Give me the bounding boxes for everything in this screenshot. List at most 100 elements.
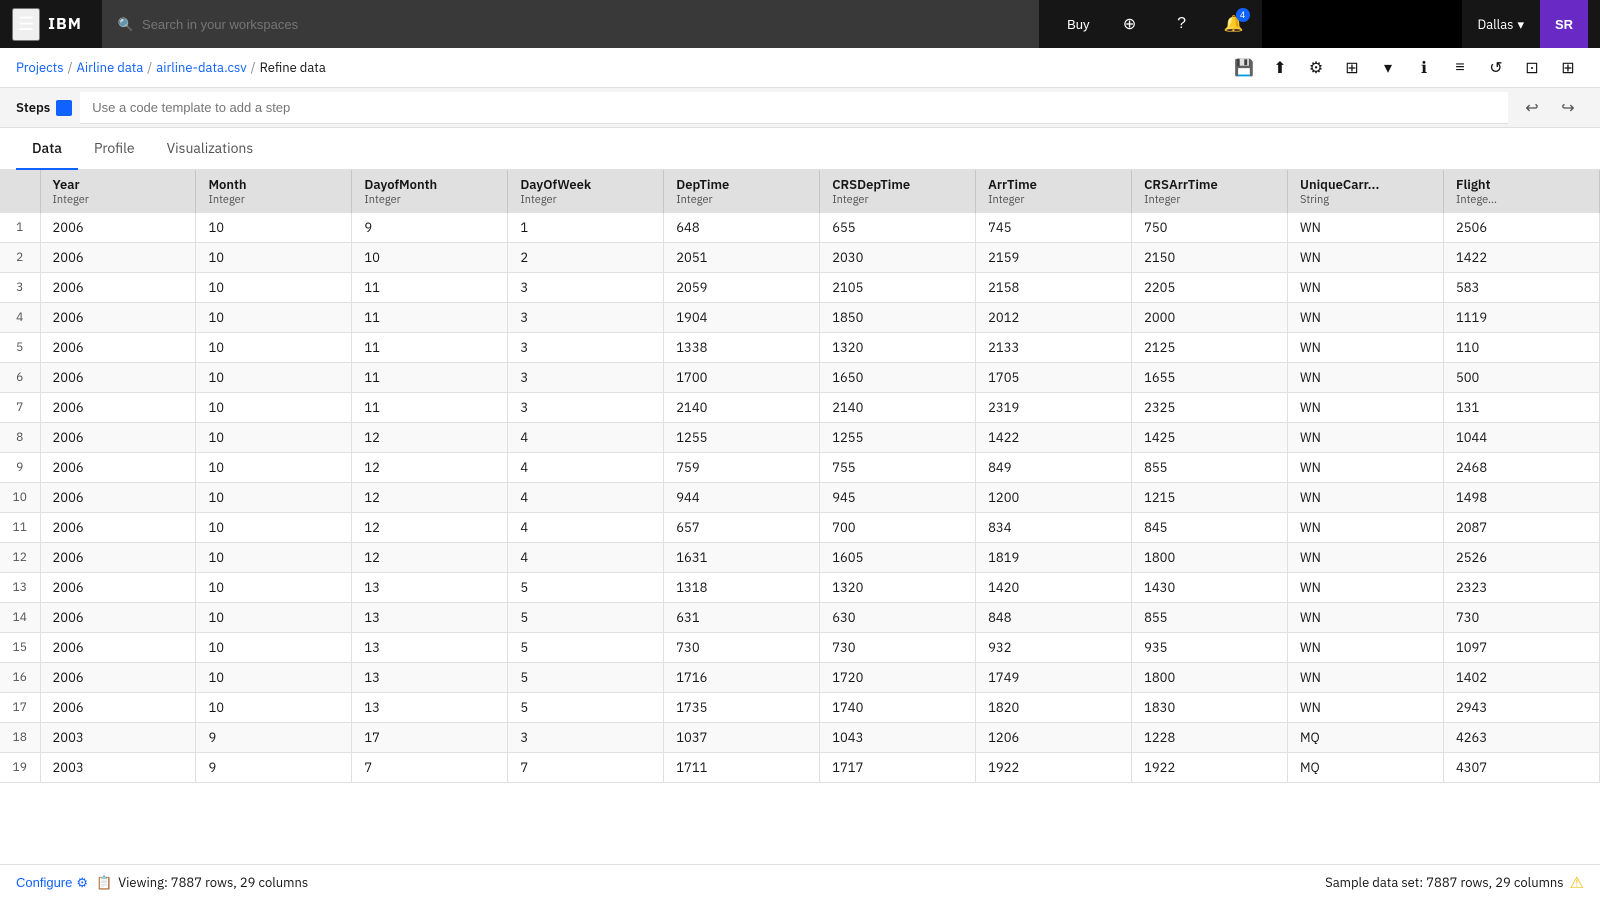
cell-crsarrtime: 1655 bbox=[1132, 363, 1288, 393]
cell-uniquecarr: WN bbox=[1288, 603, 1444, 633]
col-header-crsdeptime[interactable]: CRSDepTime Integer bbox=[820, 170, 976, 213]
tab-data[interactable]: Data bbox=[16, 128, 78, 170]
row-number: 18 bbox=[0, 723, 40, 753]
row-number: 13 bbox=[0, 573, 40, 603]
cell-arrtime: 1422 bbox=[976, 423, 1132, 453]
cell-crsarrtime: 1425 bbox=[1132, 423, 1288, 453]
steps-icon bbox=[56, 100, 72, 116]
cell-uniquecarr: WN bbox=[1288, 693, 1444, 723]
cell-flight: 110 bbox=[1443, 333, 1599, 363]
col-header-arrtime[interactable]: ArrTime Integer bbox=[976, 170, 1132, 213]
notifications-button[interactable]: 🔔 4 bbox=[1210, 0, 1258, 48]
cell-deptime: 2051 bbox=[664, 243, 820, 273]
col-header-dayofmonth[interactable]: DayofMonth Integer bbox=[352, 170, 508, 213]
row-number: 12 bbox=[0, 543, 40, 573]
cell-month: 10 bbox=[196, 453, 352, 483]
warning-icon: ⚠ bbox=[1570, 873, 1584, 893]
cell-dayofweek: 1 bbox=[508, 213, 664, 243]
cell-dayofweek: 4 bbox=[508, 483, 664, 513]
grid-icon-btn[interactable]: ⊞ bbox=[1336, 52, 1368, 84]
cell-year: 2006 bbox=[40, 243, 196, 273]
data-table-container[interactable]: Year Integer Month Integer DayofMonth In… bbox=[0, 170, 1600, 864]
share-icon-btn[interactable]: ⊡ bbox=[1516, 52, 1548, 84]
col-header-crsarrtime[interactable]: CRSArrTime Integer bbox=[1132, 170, 1288, 213]
grid2-icon-btn[interactable]: ⊞ bbox=[1552, 52, 1584, 84]
cell-month: 10 bbox=[196, 603, 352, 633]
menu-button[interactable]: ☰ bbox=[12, 8, 40, 41]
cell-month: 10 bbox=[196, 483, 352, 513]
breadcrumb-airline-data[interactable]: Airline data bbox=[77, 59, 144, 76]
cell-crsarrtime: 2205 bbox=[1132, 273, 1288, 303]
table-row: 52006101131338132021332125WN110 bbox=[0, 333, 1600, 363]
cell-uniquecarr: WN bbox=[1288, 363, 1444, 393]
cell-year: 2003 bbox=[40, 723, 196, 753]
tab-visualizations[interactable]: Visualizations bbox=[151, 128, 270, 170]
cell-dayofmonth: 13 bbox=[352, 663, 508, 693]
cell-crsdeptime: 1717 bbox=[820, 753, 976, 783]
steps-bar: Steps ↩ ↪ bbox=[0, 88, 1600, 128]
cell-crsdeptime: 1043 bbox=[820, 723, 976, 753]
ibm-logo: IBM bbox=[48, 14, 82, 34]
cell-arrtime: 1420 bbox=[976, 573, 1132, 603]
cell-flight: 1498 bbox=[1443, 483, 1599, 513]
cell-year: 2006 bbox=[40, 693, 196, 723]
row-number: 14 bbox=[0, 603, 40, 633]
upload-icon-btn[interactable]: ⬆ bbox=[1264, 52, 1296, 84]
col-header-dayofweek[interactable]: DayOfWeek Integer bbox=[508, 170, 664, 213]
col-header-deptime[interactable]: DepTime Integer bbox=[664, 170, 820, 213]
breadcrumb-csv[interactable]: airline-data.csv bbox=[156, 59, 246, 76]
settings-icon-btn[interactable]: ⚙ bbox=[1300, 52, 1332, 84]
filter-icon-btn[interactable]: ≡ bbox=[1444, 52, 1476, 84]
redo-button[interactable]: ↪ bbox=[1552, 92, 1584, 124]
cell-crsarrtime: 1800 bbox=[1132, 543, 1288, 573]
table-row: 172006101351735174018201830WN2943 bbox=[0, 693, 1600, 723]
history-icon-btn[interactable]: ↺ bbox=[1480, 52, 1512, 84]
undo-button[interactable]: ↩ bbox=[1516, 92, 1548, 124]
table-row: 1020061012494494512001215WN1498 bbox=[0, 483, 1600, 513]
cell-crsdeptime: 1650 bbox=[820, 363, 976, 393]
buy-button[interactable]: Buy bbox=[1055, 0, 1101, 48]
info-icon-btn[interactable]: ℹ bbox=[1408, 52, 1440, 84]
location-selector[interactable]: Dallas ▾ bbox=[1466, 16, 1536, 33]
cell-month: 10 bbox=[196, 333, 352, 363]
table-row: 32006101132059210521582205WN583 bbox=[0, 273, 1600, 303]
cell-year: 2006 bbox=[40, 513, 196, 543]
cell-month: 10 bbox=[196, 573, 352, 603]
help-button[interactable]: ? bbox=[1158, 0, 1206, 48]
col-header-year[interactable]: Year Integer bbox=[40, 170, 196, 213]
cell-deptime: 944 bbox=[664, 483, 820, 513]
search-bar[interactable]: 🔍 bbox=[102, 0, 1039, 48]
col-header-uniquecarr[interactable]: UniqueCarr... String bbox=[1288, 170, 1444, 213]
cell-year: 2006 bbox=[40, 423, 196, 453]
configure-button[interactable]: Configure ⚙ bbox=[16, 875, 88, 891]
add-button[interactable]: ⊕ bbox=[1106, 0, 1154, 48]
cell-crsarrtime: 2325 bbox=[1132, 393, 1288, 423]
status-bar: Configure ⚙ 📋 Viewing: 7887 rows, 29 col… bbox=[0, 864, 1600, 900]
tab-profile[interactable]: Profile bbox=[78, 128, 151, 170]
cell-uniquecarr: MQ bbox=[1288, 723, 1444, 753]
cell-dayofmonth: 17 bbox=[352, 723, 508, 753]
cell-crsdeptime: 1320 bbox=[820, 573, 976, 603]
row-number: 11 bbox=[0, 513, 40, 543]
search-input[interactable] bbox=[142, 17, 1023, 32]
table-row: 82006101241255125514221425WN1044 bbox=[0, 423, 1600, 453]
cell-flight: 1097 bbox=[1443, 633, 1599, 663]
save-icon-btn[interactable]: 💾 bbox=[1228, 52, 1260, 84]
cell-uniquecarr: WN bbox=[1288, 303, 1444, 333]
cell-arrtime: 1200 bbox=[976, 483, 1132, 513]
col-header-month[interactable]: Month Integer bbox=[196, 170, 352, 213]
row-number: 6 bbox=[0, 363, 40, 393]
steps-input[interactable] bbox=[80, 92, 1508, 124]
col-header-flight[interactable]: Flight Intege... bbox=[1443, 170, 1599, 213]
breadcrumb-projects[interactable]: Projects bbox=[16, 59, 64, 76]
cell-arrtime: 2319 bbox=[976, 393, 1132, 423]
chevron-down-bc-icon[interactable]: ▾ bbox=[1372, 52, 1404, 84]
cell-crsarrtime: 2150 bbox=[1132, 243, 1288, 273]
status-right: Sample data set: 7887 rows, 29 columns ⚠ bbox=[1325, 873, 1584, 893]
cell-flight: 2943 bbox=[1443, 693, 1599, 723]
cell-arrtime: 1705 bbox=[976, 363, 1132, 393]
cell-crsdeptime: 2105 bbox=[820, 273, 976, 303]
user-avatar[interactable]: SR bbox=[1540, 0, 1588, 48]
cell-crsarrtime: 935 bbox=[1132, 633, 1288, 663]
cell-arrtime: 849 bbox=[976, 453, 1132, 483]
